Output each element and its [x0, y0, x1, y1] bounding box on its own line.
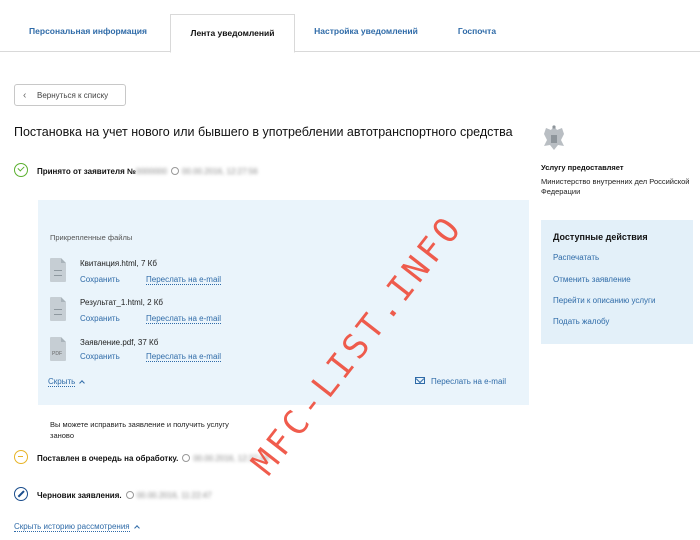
actions-title: Доступные действия [553, 232, 648, 242]
clock-icon [171, 167, 180, 175]
coat-of-arms-icon [544, 125, 564, 150]
application-number: 0000000 [135, 167, 168, 176]
back-to-list-button[interactable]: ‹ Вернуться к списку [14, 84, 126, 106]
status-queued-label: Поставлен в очередь на обработку. [37, 454, 179, 463]
chevron-up-icon [133, 525, 140, 531]
status-accepted-text: Принято от заявителя №0000000 00.00.2016,… [37, 166, 258, 176]
file-name: Результат_1.html, 2 Кб [80, 298, 163, 307]
clock-icon [125, 491, 134, 499]
document-icon [50, 297, 66, 321]
action-cancel-application[interactable]: Отменить заявление [553, 275, 631, 284]
chevron-up-icon [79, 380, 86, 386]
clock-icon [182, 454, 191, 462]
status-draft-label: Черновик заявления. [37, 491, 122, 500]
file-name: Квитанция.html, 7 Кб [80, 259, 157, 268]
action-file-complaint[interactable]: Подать жалобу [553, 317, 609, 326]
file-send-email-link[interactable]: Переслать на e-mail [146, 275, 221, 285]
attached-files-caption: Прикрепленные файлы [50, 233, 133, 242]
file-name: Заявление.pdf, 37 Кб [80, 338, 159, 347]
hide-files-label: Скрыть [48, 377, 76, 387]
action-service-description[interactable]: Перейти к описанию услуги [553, 296, 655, 305]
provider-name: Министерство внутренних дел Российской Ф… [541, 177, 690, 196]
attached-files-panel: Прикрепленные файлы Квитанция.html, 7 Кб… [38, 200, 529, 405]
file-save-link[interactable]: Сохранить [80, 352, 120, 361]
status-queued-datetime: 00.00.2016, 12:27:46 [193, 454, 269, 463]
status-accepted-datetime: 00.00.2016, 12:27:56 [182, 167, 258, 176]
file-send-email-link[interactable]: Переслать на e-mail [146, 352, 221, 362]
send-all-email-link[interactable]: Переслать на e-mail [415, 377, 506, 386]
status-draft-datetime: 00.00.2016, 11:22:47 [136, 491, 212, 500]
file-save-link[interactable]: Сохранить [80, 275, 120, 284]
hide-history-label: Скрыть историю рассмотрения [14, 522, 130, 532]
provider-title: Услугу предоставляет [541, 163, 624, 172]
file-item: Заявление.pdf, 37 Кб Сохранить Переслать… [50, 337, 350, 371]
status-accepted-label: Принято от заявителя № [37, 167, 136, 176]
fix-application-note: Вы можете исправить заявление и получить… [50, 420, 229, 440]
back-button-label: Вернуться к списку [37, 91, 109, 100]
check-circle-icon [14, 163, 28, 177]
file-item: Квитанция.html, 7 Кб Сохранить Переслать… [50, 258, 350, 292]
hide-history-link[interactable]: Скрыть историю рассмотрения [14, 522, 140, 532]
tab-personal-info[interactable]: Персональная информация [14, 0, 162, 52]
tab-notification-feed[interactable]: Лента уведомлений [170, 14, 295, 53]
available-actions-panel: Доступные действия Распечатать Отменить … [541, 220, 693, 344]
status-draft-text: Черновик заявления. 00.00.2016, 11:22:47 [37, 490, 212, 500]
envelope-icon [415, 377, 425, 384]
status-queued-text: Поставлен в очередь на обработку. 00.00.2… [37, 453, 269, 463]
page-title: Постановка на учет нового или бывшего в … [14, 125, 513, 139]
file-item: Результат_1.html, 2 Кб Сохранить Пересла… [50, 297, 350, 331]
pdf-icon [50, 337, 66, 361]
tab-notification-settings[interactable]: Настройка уведомлений [300, 0, 432, 52]
send-all-email-label: Переслать на e-mail [431, 377, 506, 386]
chevron-left-icon: ‹ [23, 90, 27, 101]
document-icon [50, 258, 66, 282]
queue-circle-icon [14, 450, 28, 464]
action-print[interactable]: Распечатать [553, 253, 599, 262]
tab-bar: Персональная информация Лента уведомлени… [0, 0, 700, 53]
file-send-email-link[interactable]: Переслать на e-mail [146, 314, 221, 324]
tab-gospochta[interactable]: Госпочта [440, 0, 514, 52]
hide-files-link[interactable]: Скрыть [48, 377, 86, 387]
file-save-link[interactable]: Сохранить [80, 314, 120, 323]
draft-circle-icon [14, 487, 28, 501]
